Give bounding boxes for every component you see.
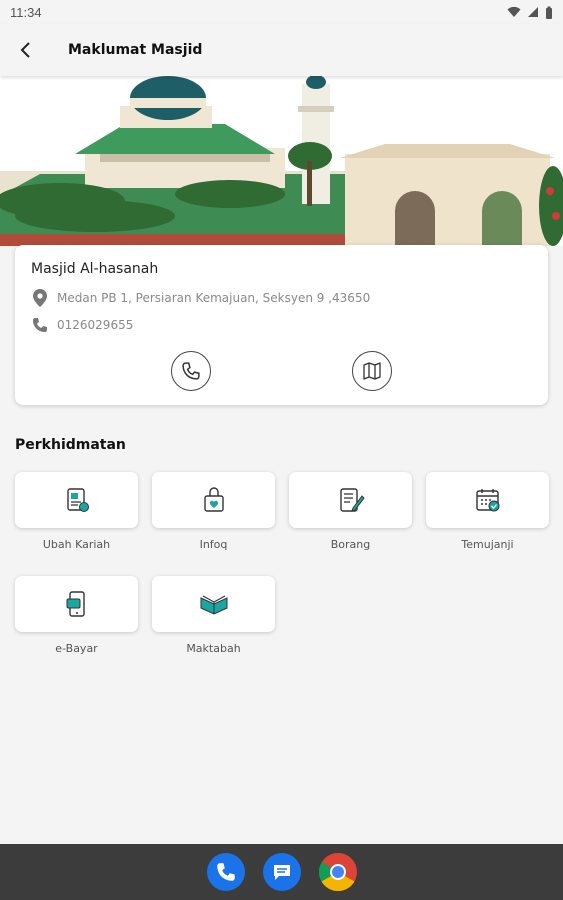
page-title: Maklumat Masjid <box>68 42 203 58</box>
service-label: Infoq <box>199 538 228 551</box>
phone-app-icon[interactable] <box>206 853 245 891</box>
service-e-bayar[interactable]: e-Bayar <box>15 576 138 655</box>
app-bar: Maklumat Masjid <box>0 24 563 76</box>
system-dock <box>0 844 563 900</box>
service-borang[interactable]: Borang <box>289 472 412 551</box>
service-tile[interactable] <box>15 472 138 528</box>
location-pin-icon <box>31 289 49 307</box>
service-temujanji[interactable]: Temujanji <box>426 472 549 551</box>
mosque-name: Masjid Al-hasanah <box>31 261 159 277</box>
mobile-payment-icon <box>66 591 85 617</box>
service-tile[interactable] <box>152 472 275 528</box>
status-bar: 11:34 <box>0 0 563 24</box>
donation-box-icon <box>203 487 224 512</box>
service-label: Borang <box>330 538 371 551</box>
service-ubah-kariah[interactable]: Ubah Kariah <box>15 472 138 551</box>
service-label: Temujanji <box>461 538 514 551</box>
mosque-photo <box>0 76 563 246</box>
messages-app-icon[interactable] <box>262 853 301 891</box>
service-maktabah[interactable]: Maktabah <box>152 576 275 655</box>
phone-icon <box>31 316 49 334</box>
map-icon <box>363 362 381 380</box>
phone-icon <box>182 362 200 380</box>
mosque-phone: 0126029655 <box>57 318 134 332</box>
arrow-back-icon <box>20 42 30 58</box>
phone-row: 0126029655 <box>31 316 133 334</box>
service-tile[interactable] <box>426 472 549 528</box>
back-button[interactable] <box>0 24 52 76</box>
mosque-info-card: Masjid Al-hasanah Medan PB 1, Persiaran … <box>15 245 548 405</box>
open-book-icon <box>200 595 227 615</box>
chrome-app-icon[interactable] <box>318 853 357 891</box>
service-infoq[interactable]: Infoq <box>152 472 275 551</box>
service-label: e-Bayar <box>55 642 98 655</box>
calendar-check-icon <box>475 489 499 512</box>
signal-icon <box>528 7 538 17</box>
service-label: Ubah Kariah <box>42 538 111 551</box>
service-label: Maktabah <box>186 642 241 655</box>
form-pen-icon <box>339 488 365 512</box>
document-edit-icon <box>66 488 89 512</box>
call-button[interactable] <box>171 351 211 391</box>
wifi-icon <box>507 6 521 17</box>
status-time: 11:34 <box>10 4 42 20</box>
battery-icon <box>546 6 552 19</box>
service-tile[interactable] <box>152 576 275 632</box>
address-row: Medan PB 1, Persiaran Kemajuan, Seksyen … <box>31 289 370 307</box>
services-title: Perkhidmatan <box>15 437 126 453</box>
map-button[interactable] <box>352 351 392 391</box>
mosque-address: Medan PB 1, Persiaran Kemajuan, Seksyen … <box>57 291 371 305</box>
service-tile[interactable] <box>289 472 412 528</box>
service-tile[interactable] <box>15 576 138 632</box>
